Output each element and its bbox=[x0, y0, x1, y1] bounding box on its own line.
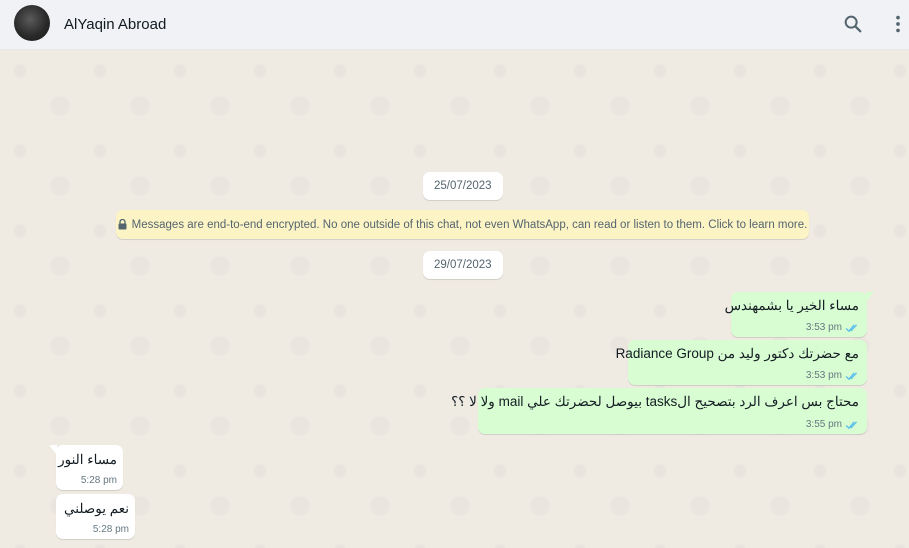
message-bubble-outgoing[interactable]: مساء الخير يا بشمهندس 3:53 pm bbox=[725, 292, 874, 337]
message-time: 5:28 pm bbox=[80, 475, 117, 486]
message-time: 3:53 pm bbox=[805, 370, 842, 381]
chat-header: AlYaqin Abroad bbox=[0, 0, 909, 50]
message-text: مساء النور bbox=[58, 452, 117, 467]
message-text: محتاج بس اعرف الرد بتصحيح الtasks بيوصل … bbox=[451, 394, 859, 409]
encryption-notice-text: Messages are end-to-end encrypted. No on… bbox=[131, 218, 808, 231]
lock-icon bbox=[118, 219, 127, 230]
read-ticks-icon bbox=[845, 420, 860, 430]
search-icon[interactable] bbox=[842, 13, 864, 35]
bubble-tail bbox=[49, 445, 57, 455]
message-time: 3:53 pm bbox=[805, 322, 842, 333]
message-meta: 3:55 pm bbox=[806, 419, 860, 430]
message-time: 3:55 pm bbox=[805, 419, 842, 430]
encryption-notice[interactable]: Messages are end-to-end encrypted. No on… bbox=[116, 210, 809, 239]
contact-avatar[interactable] bbox=[14, 5, 50, 41]
bubble-tail bbox=[866, 292, 874, 302]
message-meta: 5:28 pm bbox=[93, 524, 129, 535]
message-bubble-outgoing[interactable]: محتاج بس اعرف الرد بتصحيح الtasks بيوصل … bbox=[451, 388, 867, 434]
date-separator: 25/07/2023 bbox=[423, 172, 503, 200]
more-vertical-icon[interactable] bbox=[887, 13, 909, 35]
message-meta: 5:28 pm bbox=[81, 475, 117, 486]
message-bubble-outgoing[interactable]: مع حضرتك دكتور وليد من Radiance Group 3:… bbox=[616, 340, 867, 385]
message-time: 5:28 pm bbox=[92, 524, 129, 535]
read-ticks-icon bbox=[845, 371, 860, 381]
message-meta: 3:53 pm bbox=[806, 322, 860, 333]
read-ticks-icon bbox=[845, 323, 860, 333]
contact-name[interactable]: AlYaqin Abroad bbox=[64, 16, 166, 33]
message-text: مساء الخير يا بشمهندس bbox=[724, 298, 859, 313]
message-text: نعم يوصلني bbox=[64, 501, 129, 516]
message-bubble-incoming[interactable]: مساء النور 5:28 pm bbox=[49, 445, 123, 490]
date-separator: 29/07/2023 bbox=[423, 251, 503, 279]
message-meta: 3:53 pm bbox=[806, 370, 860, 381]
message-bubble-incoming[interactable]: نعم يوصلني 5:28 pm bbox=[56, 494, 135, 539]
message-text: مع حضرتك دكتور وليد من Radiance Group bbox=[615, 346, 859, 361]
